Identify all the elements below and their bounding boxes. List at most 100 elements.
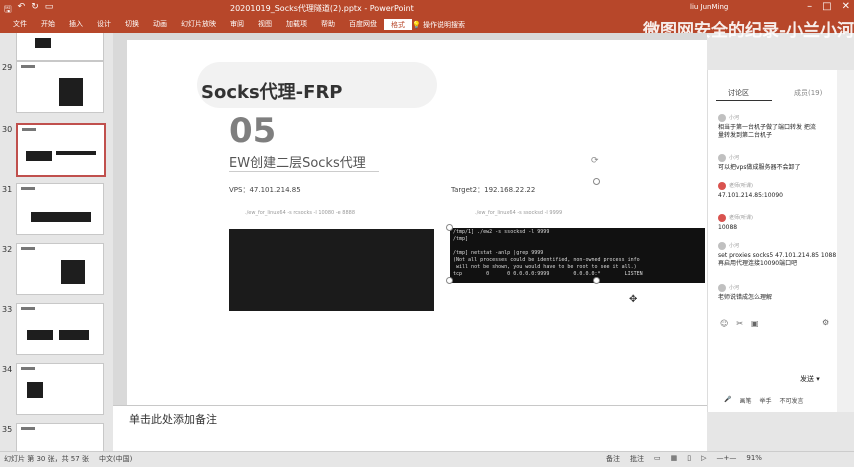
slide-thumbnail-28[interactable] bbox=[16, 33, 104, 61]
slide-counter[interactable]: 幻灯片 第 30 张，共 57 张 bbox=[4, 454, 89, 464]
notes-placeholder[interactable]: 单击此处添加备注 bbox=[129, 411, 217, 427]
vps-label[interactable]: VPS：47.101.214.85 bbox=[229, 185, 301, 195]
comments-button[interactable]: 批注 bbox=[630, 454, 644, 464]
move-cursor-icon: ✥ bbox=[629, 294, 638, 305]
resize-handle[interactable] bbox=[446, 277, 453, 284]
avatar bbox=[718, 284, 726, 292]
slide-editor[interactable]: Socks代理-FRP 05 EW创建二层Socks代理 VPS：47.101.… bbox=[113, 33, 707, 405]
tab-review[interactable]: 审阅 bbox=[223, 19, 251, 30]
sender-name: 小河 bbox=[729, 243, 740, 249]
tab-transitions[interactable]: 切换 bbox=[118, 19, 146, 30]
tab-baidu[interactable]: 百度网盘 bbox=[342, 19, 384, 30]
image-icon[interactable]: ▣ bbox=[751, 319, 759, 328]
slide-thumbnail-34[interactable] bbox=[16, 363, 104, 415]
chat-message: 老师(听课) 10088 bbox=[718, 214, 836, 236]
message-text: 10088 bbox=[718, 224, 738, 231]
tab-format[interactable]: 格式 bbox=[384, 19, 412, 30]
slide-thumbnail-33[interactable] bbox=[16, 303, 104, 355]
reading-view-icon[interactable]: ▯ bbox=[687, 454, 691, 464]
resize-handle[interactable] bbox=[593, 178, 600, 185]
command-caption-right[interactable]: ./ew_for_linux64 -s ssocksd -l 9999 bbox=[475, 210, 562, 216]
tab-animations[interactable]: 动画 bbox=[146, 19, 174, 30]
mic-icon[interactable]: 🎤 bbox=[724, 396, 731, 405]
slide-thumbnails-pane[interactable]: 29 30 31 32 33 34 35 bbox=[0, 33, 112, 451]
language-indicator[interactable]: 中文(中国) bbox=[99, 454, 132, 464]
close-icon[interactable]: ✕ bbox=[842, 1, 850, 12]
terminal-screenshot-target[interactable]: /tmp/1] ./ew2 -s ssocksd -l 9999 /tmp] /… bbox=[450, 228, 705, 283]
thumb-number: 33 bbox=[2, 305, 13, 314]
thumb-number: 32 bbox=[2, 245, 13, 254]
tab-addins[interactable]: 加载项 bbox=[279, 19, 314, 30]
notes-button[interactable]: 备注 bbox=[606, 454, 620, 464]
avatar bbox=[718, 154, 726, 162]
tab-slideshow[interactable]: 幻灯片放映 bbox=[174, 19, 223, 30]
slide-canvas[interactable]: Socks代理-FRP 05 EW创建二层Socks代理 VPS：47.101.… bbox=[127, 40, 707, 405]
maximize-icon[interactable]: □ bbox=[822, 1, 831, 12]
sorter-view-icon[interactable]: ▦ bbox=[671, 454, 678, 464]
chevron-down-icon: ▾ bbox=[816, 375, 820, 383]
chat-message: 小河 老师说错成怎么理解 bbox=[718, 284, 836, 306]
resize-handle[interactable] bbox=[446, 224, 453, 231]
status-bar: 幻灯片 第 30 张，共 57 张 中文(中国) 备注 批注 ▭ ▦ ▯ ▷ —… bbox=[0, 451, 854, 467]
message-text: 47.101.214.85:10090 bbox=[718, 192, 784, 199]
avatar bbox=[718, 242, 726, 250]
tab-view[interactable]: 视图 bbox=[251, 19, 279, 30]
normal-view-icon[interactable]: ▭ bbox=[654, 454, 661, 464]
status-left: 幻灯片 第 30 张，共 57 张 中文(中国) bbox=[4, 454, 132, 464]
slide-thumbnail-31[interactable] bbox=[16, 183, 104, 235]
slide-title[interactable]: Socks代理-FRP bbox=[201, 78, 343, 104]
message-text: set proxies socks5 47.101.214.85 1088 再启… bbox=[718, 252, 837, 267]
scissors-icon[interactable]: ✂ bbox=[736, 319, 743, 328]
slide-thumbnail-30[interactable] bbox=[16, 123, 106, 177]
slideshow-icon[interactable]: ▷ bbox=[701, 454, 706, 464]
chat-message: 老师(听课) 47.101.214.85:10090 bbox=[718, 182, 836, 204]
zoom-slider[interactable]: —+— bbox=[717, 454, 737, 464]
settings-icon[interactable]: ⚙ bbox=[822, 318, 829, 327]
tell-me-search[interactable]: 💡 操作说明搜索 bbox=[412, 20, 465, 30]
ribbon-tabs: 文件 开始 插入 设计 切换 动画 幻灯片放映 审阅 视图 加载项 帮助 百度网… bbox=[6, 19, 412, 30]
slide-thumbnail-35[interactable] bbox=[16, 423, 104, 451]
slide-thumbnail-29[interactable] bbox=[16, 61, 104, 113]
chat-footer: 🎤 画笔 举手 不可发言 bbox=[724, 396, 804, 405]
send-button[interactable]: 发送 ▾ bbox=[800, 374, 820, 384]
divider bbox=[229, 171, 379, 172]
avatar bbox=[718, 182, 726, 190]
chat-message: 小河 相当于第一台机子做了端口转发 把流 量转发到第二台机子 bbox=[718, 114, 836, 144]
pen-button[interactable]: 画笔 bbox=[739, 396, 751, 405]
slide-thumbnail-32[interactable] bbox=[16, 243, 104, 295]
vertical-scrollbar[interactable] bbox=[837, 70, 854, 412]
tab-home[interactable]: 开始 bbox=[34, 19, 62, 30]
tab-discussion[interactable]: 讨论区 bbox=[728, 88, 749, 98]
chat-message: 小河 set proxies socks5 47.101.214.85 1088… bbox=[718, 242, 836, 272]
command-caption-left[interactable]: ./ew_for_linux64 -s rcsocks -l 10080 -e … bbox=[245, 210, 355, 216]
sender-name: 小河 bbox=[729, 115, 740, 121]
user-name[interactable]: liu JunMing bbox=[690, 3, 728, 11]
emoji-icon[interactable]: ☺ bbox=[720, 319, 728, 328]
sender-name: 老师(听课) bbox=[729, 183, 753, 189]
terminal-screenshot-vps[interactable] bbox=[229, 229, 434, 311]
target-label[interactable]: Target2：192.168.22.22 bbox=[451, 185, 535, 195]
tab-design[interactable]: 设计 bbox=[90, 19, 118, 30]
tab-help[interactable]: 帮助 bbox=[314, 19, 342, 30]
discussion-panel: 讨论区 成员(19) 小河 相当于第一台机子做了端口转发 把流 量转发到第二台机… bbox=[707, 70, 838, 412]
thumb-number: 31 bbox=[2, 185, 13, 194]
notes-pane[interactable]: 单击此处添加备注 bbox=[113, 405, 707, 452]
window-title: 20201019_Socks代理隧道(2).pptx - PowerPoint bbox=[230, 4, 414, 13]
thumb-number: 34 bbox=[2, 365, 13, 374]
section-number[interactable]: 05 bbox=[229, 111, 276, 151]
tab-members[interactable]: 成员(19) bbox=[794, 88, 822, 98]
tab-insert[interactable]: 插入 bbox=[62, 19, 90, 30]
sender-name: 老师(听课) bbox=[729, 215, 753, 221]
minimize-icon[interactable]: – bbox=[807, 1, 812, 12]
resize-handle[interactable] bbox=[593, 277, 600, 284]
message-text: 可以把vps做成服务器不会卸了 bbox=[718, 164, 801, 171]
rotate-handle-icon[interactable]: ⟳ bbox=[591, 156, 599, 166]
mute-toggle[interactable]: 不可发言 bbox=[780, 396, 804, 405]
message-text: 老师说错成怎么理解 bbox=[718, 294, 773, 301]
thumb-number: 35 bbox=[2, 425, 13, 434]
tab-file[interactable]: 文件 bbox=[6, 19, 34, 30]
raise-hand-button[interactable]: 举手 bbox=[760, 396, 772, 405]
zoom-level[interactable]: 91% bbox=[746, 454, 762, 464]
slide-subtitle[interactable]: EW创建二层Socks代理 bbox=[229, 152, 366, 171]
window-controls: – □ ✕ bbox=[807, 1, 850, 12]
